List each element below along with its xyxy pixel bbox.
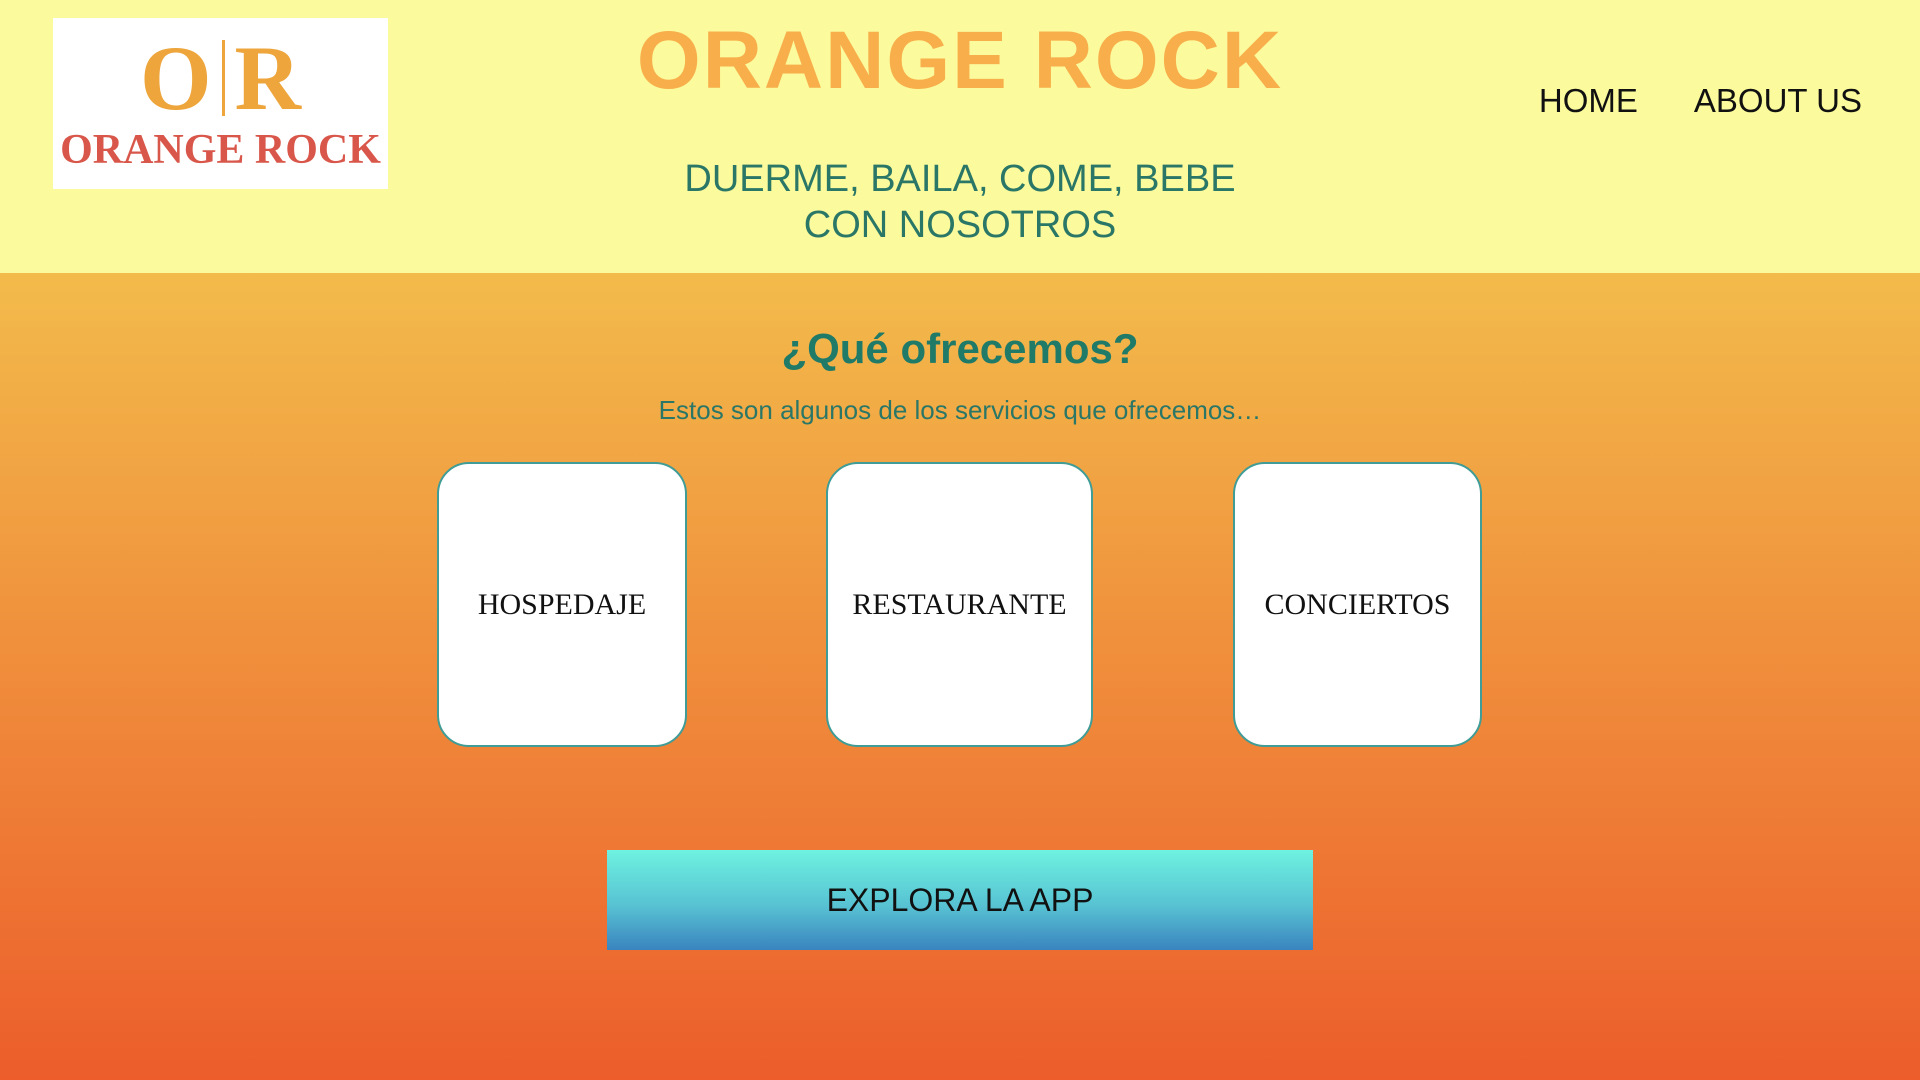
- logo[interactable]: O R ORANGE ROCK: [53, 18, 388, 189]
- nav-about-us-link[interactable]: ABOUT US: [1694, 82, 1862, 120]
- logo-mark-left: O: [139, 26, 212, 129]
- tagline-line-1: DUERME, BAILA, COME, BEBE: [684, 158, 1236, 200]
- service-card-label: HOSPEDAJE: [477, 587, 647, 621]
- service-card-label: CONCIERTOS: [1264, 587, 1451, 621]
- service-card-hospedaje[interactable]: HOSPEDAJE: [437, 462, 687, 747]
- nav-home-link[interactable]: HOME: [1539, 82, 1638, 120]
- site-header: O R ORANGE ROCK ORANGE ROCK DUERME, BAIL…: [0, 0, 1920, 273]
- service-card-conciertos[interactable]: CONCIERTOS: [1233, 462, 1482, 747]
- service-card-label: RESTAURANTE: [852, 587, 1067, 621]
- tagline-line-2: CON NOSOTROS: [803, 204, 1117, 246]
- explore-app-button[interactable]: EXPLORA LA APP: [607, 850, 1313, 950]
- services-section: ¿Qué ofrecemos? Estos son algunos de los…: [0, 273, 1920, 1080]
- tagline: DUERME, BAILA, COME, BEBE CON NOSOTROS: [560, 156, 1360, 248]
- logo-mark: O R: [139, 26, 301, 129]
- logo-separator: [221, 39, 225, 116]
- service-card-restaurante[interactable]: RESTAURANTE: [826, 462, 1093, 747]
- logo-name: ORANGE ROCK: [60, 126, 381, 173]
- logo-mark-right: R: [234, 26, 301, 129]
- site-title: ORANGE ROCK: [636, 15, 1284, 106]
- section-title: ¿Qué ofrecemos?: [781, 325, 1139, 372]
- explore-app-button-label: EXPLORA LA APP: [826, 881, 1094, 918]
- section-subtitle: Estos son algunos de los servicios que o…: [658, 395, 1262, 425]
- main-nav: HOME ABOUT US: [1539, 82, 1862, 120]
